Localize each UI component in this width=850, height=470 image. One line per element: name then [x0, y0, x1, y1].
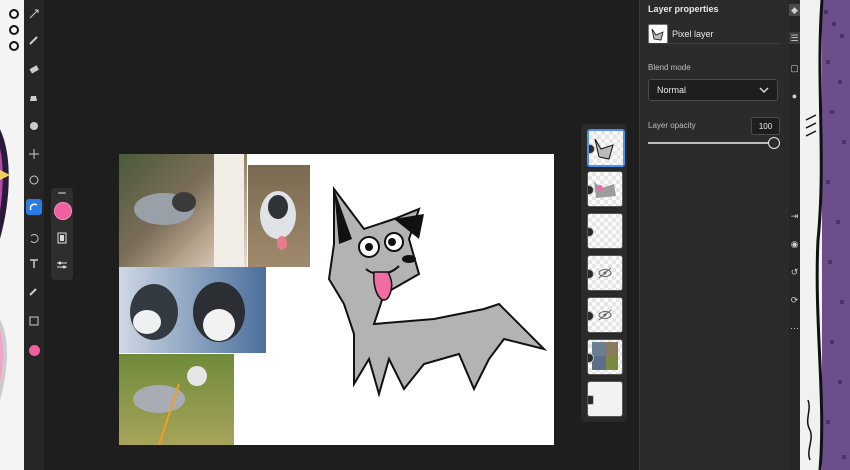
crop-icon[interactable]: [26, 313, 42, 329]
blend-mode-label: Blend mode: [648, 63, 691, 72]
layer-radio[interactable]: [588, 311, 594, 321]
layer-thumbnail-3[interactable]: [587, 213, 623, 249]
panel-title: Layer properties: [648, 4, 719, 14]
lasso-icon[interactable]: [26, 199, 42, 215]
divider: [648, 43, 779, 44]
tool-bar: [24, 0, 44, 470]
decorative-doodle: [0, 9, 19, 401]
document-canvas[interactable]: [119, 154, 554, 445]
dog-photo-1: [119, 154, 247, 267]
opacity-input[interactable]: 100: [751, 117, 780, 135]
adjustments-panel-icon[interactable]: ▢: [789, 62, 800, 74]
drag-handle[interactable]: [58, 192, 66, 194]
export-icon[interactable]: ⇥: [789, 210, 800, 222]
opacity-label: Layer opacity: [648, 121, 696, 130]
more-icon[interactable]: ⋯: [789, 322, 800, 334]
layer-thumbnail-6[interactable]: [587, 339, 623, 375]
layer-thumbnail-2[interactable]: [587, 171, 623, 207]
dog-photo-3: [119, 267, 266, 353]
layer-thumbnail-7[interactable]: [587, 381, 623, 417]
right-icon-rail: ◆ ☰ ▢ ● ⇥ ◉ ↺ ⟳ ⋯: [789, 0, 800, 470]
decorative-frame-left: [0, 0, 26, 470]
adjustments-icon[interactable]: [54, 258, 70, 274]
hidden-eye-icon[interactable]: [597, 266, 613, 280]
dog-photo-2: [248, 165, 310, 267]
history-icon[interactable]: ↺: [789, 266, 800, 278]
color-swatch-button[interactable]: [26, 342, 42, 358]
share-icon[interactable]: ⟳: [789, 294, 800, 306]
layer-name-label: Pixel layer: [672, 29, 714, 39]
brush-quick-panel: [51, 188, 73, 280]
eyedropper-icon[interactable]: [26, 283, 42, 299]
smudge-icon[interactable]: [26, 118, 42, 134]
layer-radio[interactable]: [588, 227, 594, 237]
blend-mode-select[interactable]: Normal: [648, 79, 778, 101]
fill-icon[interactable]: [26, 90, 42, 106]
opacity-slider-handle[interactable]: [768, 137, 780, 149]
layers-icon[interactable]: ◆: [789, 4, 800, 16]
layer-radio[interactable]: [588, 395, 594, 405]
brush-panel-icon[interactable]: ●: [789, 90, 800, 102]
hidden-eye-icon[interactable]: [597, 308, 613, 322]
undo-icon[interactable]: [26, 230, 42, 246]
layer-thumbnail-1[interactable]: [587, 129, 625, 167]
move-icon[interactable]: [26, 6, 42, 22]
brush-color-swatch[interactable]: [54, 202, 72, 220]
layer-radio[interactable]: [588, 269, 594, 279]
eraser-icon[interactable]: [26, 60, 42, 76]
selection-icon[interactable]: [26, 172, 42, 188]
opacity-slider-track[interactable]: [648, 142, 773, 144]
layer-thumbnail-5[interactable]: [587, 297, 623, 333]
visibility-icon[interactable]: ◉: [789, 238, 800, 250]
transform-icon[interactable]: [26, 146, 42, 162]
decorative-frame-right: [800, 0, 850, 470]
brush-icon[interactable]: [26, 32, 42, 48]
dog-photo-4: [119, 354, 234, 445]
layer-type-icon: [648, 24, 668, 44]
text-icon[interactable]: [26, 256, 42, 272]
decorative-doodle: [805, 0, 850, 470]
blend-mode-value: Normal: [657, 85, 687, 95]
cartoon-dog-drawing: [327, 186, 548, 398]
brush-settings-icon[interactable]: [54, 230, 70, 246]
chevron-down-icon: [759, 87, 769, 93]
layers-panel: [581, 124, 627, 422]
layer-thumbnail-4[interactable]: [587, 255, 623, 291]
properties-icon[interactable]: ☰: [789, 32, 800, 44]
